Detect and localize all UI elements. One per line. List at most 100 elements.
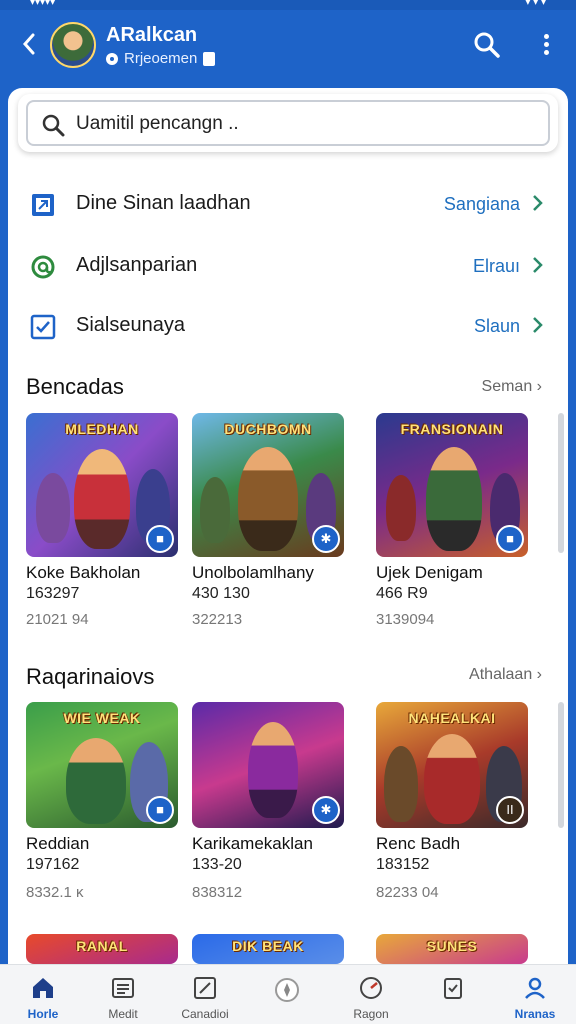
nav-item-home[interactable]: Horle [2,965,84,1024]
thumbnail-art-title: DIK BEAK [232,938,304,954]
game-card[interactable]: ✱ Karikamekaklan 133-20 838312 [192,702,344,922]
game-meta: 3139094 [376,611,435,628]
scroll-edge-peek [558,702,564,828]
game-stat: 133-20 [192,856,242,873]
list-row-2[interactable]: Adjlsanparian Elrauı [8,238,568,294]
scroll-edge-peek [558,413,564,553]
nav-label: Horle [27,1007,59,1021]
nav-item-news[interactable]: Medit [82,965,164,1024]
section-see-more-link[interactable]: Seman › [482,378,542,396]
more-options-button[interactable] [540,34,552,60]
pause-badge-icon: II [496,796,524,824]
nav-label: Medit [108,1007,138,1021]
chevron-left-icon [22,33,35,55]
game-thumbnail: WIE WEAK ■ [26,702,178,828]
thumbnail-art-title: RANAL [76,938,128,954]
search-input[interactable] [76,110,536,138]
see-more-label: Athalaan [469,666,533,683]
game-card[interactable]: RANAL [26,934,178,964]
square-arrow-icon [32,194,54,216]
game-stat: 430 130 [192,585,250,602]
row-value: Slaun [473,316,520,336]
thumbnail-art-title: NAHEALKAI [408,710,496,726]
lock-icon [203,51,216,66]
game-thumbnail: ✱ [192,702,344,828]
thumbnail-art-title: FRANSIONAIN [400,421,504,437]
edit-box-icon [30,314,56,340]
game-thumbnail: FRANSIONAIN ■ [376,413,528,557]
game-card[interactable]: SUNES [376,934,528,964]
nav-item-region[interactable]: Ragon [330,965,412,1024]
header-search-button[interactable] [472,30,502,60]
gauge-icon [360,977,382,999]
back-button[interactable] [18,30,40,58]
thumbnail-art-title: DUCHBOMN [224,421,312,437]
status-left-indicators: ▾▾▾▾▾ [30,0,56,8]
status-bar: ▾▾▾▾▾ ▾ ▾ ▾ [0,0,576,10]
nav-item-tasks[interactable] [412,965,494,1024]
nav-item-explore[interactable] [246,965,328,1024]
status-right-indicators: ▾ ▾ ▾ [525,0,546,8]
nav-label: Canadioi [181,1007,229,1021]
app-header: ARalkcan Rrjeoemen [0,10,576,90]
puzzle-badge-icon: ✱ [312,525,340,553]
section-title: Raqarinaiovs [26,664,155,689]
chevron-right-icon [533,257,543,273]
search-panel [18,94,558,152]
folder-badge-icon: ■ [146,525,174,553]
game-stat: 466 R9 [376,585,428,602]
list-row-3[interactable]: Sialseunaya Slaun [8,298,568,354]
game-card[interactable]: NAHEALKAI II Renc Badh 183152 82233 04 [376,702,528,922]
photo-badge-icon: ■ [496,525,524,553]
section-see-more-link[interactable]: Athalaan › [469,666,542,684]
game-meta: 21021 94 [26,611,89,628]
search-icon [42,114,65,137]
game-name: Koke Bakholan [26,563,141,582]
thumbnail-art-title: WIE WEAK [63,710,141,726]
game-thumbnail: RANAL [26,934,178,964]
nav-item-create[interactable]: Canadioi [164,965,246,1024]
compass-icon [275,978,299,1002]
avatar[interactable] [50,22,96,68]
game-name: Renc Badh [376,834,461,853]
game-card[interactable]: WIE WEAK ■ Reddian 197162 8332.1 κ [26,702,178,922]
row-value: Sangiana [443,194,520,214]
main-content: Dine Sinan laadhan Sangiana Adjlsanparia… [8,88,568,1024]
game-meta: 322213 [192,611,243,628]
list-row-1[interactable]: Dine Sinan laadhan Sangiana [8,176,568,232]
puzzle-badge-icon: ✱ [312,796,340,824]
nav-label: Ragon [353,1007,389,1021]
game-name: Karikamekaklan [192,834,313,853]
bottom-navigation: Horle Medit Canadioi Ragon Nranas [0,964,576,1024]
game-meta: 8332.1 κ [26,884,84,901]
search-box[interactable] [26,100,550,146]
subtitle-text: Rrjeoemen [124,50,198,67]
row-label: Dine Sinan laadhan [76,192,251,214]
profile-icon [525,977,545,999]
game-name: Unolbolamlhany [192,563,314,582]
page-subtitle: Rrjeoemen [106,50,216,67]
game-meta: 82233 04 [376,884,439,901]
thumbnail-art-title: MLEDHAN [65,421,139,437]
game-card[interactable]: MLEDHAN ■ Koke Bakholan 163297 21021 94 [26,413,178,633]
game-thumbnail: MLEDHAN ■ [26,413,178,557]
game-card[interactable]: FRANSIONAIN ■ Ujek Denigam 466 R9 313909… [376,413,528,633]
game-thumbnail: DIK BEAK [192,934,344,964]
game-card[interactable]: DIK BEAK [192,934,344,964]
game-thumbnail: SUNES [376,934,528,964]
clipboard-icon [444,978,462,999]
game-name: Ujek Denigam [376,563,483,582]
nav-item-profile[interactable]: Nranas [494,965,576,1024]
edit-icon [194,977,216,999]
game-name: Reddian [26,834,90,853]
chevron-right-icon [533,195,543,211]
chevron-right-icon [533,317,543,333]
row-label: Sialseunaya [76,314,185,336]
game-thumbnail: DUCHBOMN ✱ [192,413,344,557]
folder-badge-icon: ■ [146,796,174,824]
page-title: ARalkcan [106,24,198,46]
thumbnail-art-title: SUNES [426,938,478,954]
game-card[interactable]: DUCHBOMN ✱ Unolbolamlhany 430 130 322213 [192,413,344,633]
game-stat: 163297 [26,585,80,602]
search-icon [474,32,500,58]
